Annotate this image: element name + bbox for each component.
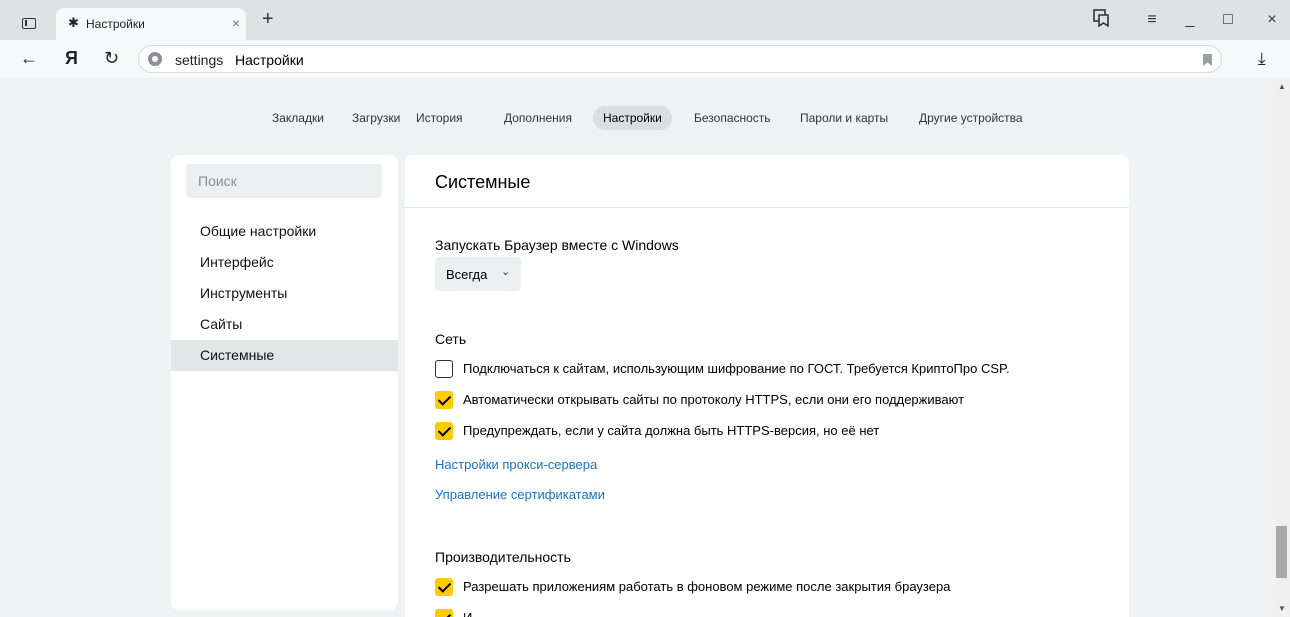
reload-button[interactable]: ↻ (104, 48, 119, 68)
scrollbar-thumb[interactable] (1276, 526, 1287, 578)
nav-bookmarks[interactable]: Закладки (262, 106, 334, 130)
gost-checkbox[interactable] (435, 360, 453, 378)
https-auto-checkbox[interactable] (435, 391, 453, 409)
url-field[interactable]: settings Настройки (138, 45, 1222, 73)
network-heading: Сеть (435, 331, 467, 347)
gear-icon: ✱ (68, 15, 79, 30)
sidebar-toggle-icon[interactable] (22, 18, 36, 29)
scroll-up-arrow-icon[interactable]: ▲ (1278, 82, 1286, 91)
settings-top-nav: Закладки Загрузки История Дополнения Нас… (0, 106, 1290, 132)
page-title: Системные (435, 172, 531, 192)
performance-heading: Производительность (435, 549, 571, 565)
scroll-down-arrow-icon[interactable]: ▼ (1278, 604, 1286, 613)
nav-extensions[interactable]: Дополнения (494, 106, 582, 130)
site-info-icon[interactable] (148, 52, 162, 66)
collections-icon[interactable] (1091, 9, 1111, 33)
https-warn-checkbox[interactable] (435, 422, 453, 440)
sidebar-item-system[interactable]: Системные (171, 340, 398, 371)
divider (405, 207, 1129, 208)
minimize-button[interactable]: _ (1180, 10, 1200, 30)
tab-strip: ✱ Настройки × + ≡ _ □ × (0, 0, 1290, 40)
page-scrollbar[interactable]: ▲ ▼ (1274, 80, 1290, 617)
address-bar-row: ← Я ↻ settings Настройки ⤓ (0, 40, 1290, 78)
sidebar-item-tools[interactable]: Инструменты (171, 278, 398, 309)
proxy-settings-link[interactable]: Настройки прокси-сервера (435, 457, 597, 472)
new-tab-button[interactable]: + (262, 9, 274, 29)
menu-icon[interactable]: ≡ (1142, 10, 1162, 30)
startup-label: Запускать Браузер вместе с Windows (435, 237, 679, 253)
url-page-title: Настройки (235, 52, 304, 68)
yandex-logo[interactable]: Я (65, 48, 78, 68)
settings-page: Закладки Загрузки История Дополнения Нас… (0, 78, 1290, 617)
tab-title: Настройки (86, 17, 145, 31)
url-host: settings (175, 52, 224, 68)
sidebar-item-sites[interactable]: Сайты (171, 309, 398, 340)
certificates-link[interactable]: Управление сертификатами (435, 487, 605, 502)
performance-option-2-checkbox[interactable] (435, 609, 453, 617)
background-apps-label: Разрешать приложениям работать в фоновом… (463, 579, 951, 594)
performance-option-2-label: И (463, 610, 472, 617)
background-apps-checkbox[interactable] (435, 578, 453, 596)
https-auto-label: Автоматически открывать сайты по протоко… (463, 392, 965, 407)
tab-settings[interactable]: ✱ Настройки × (56, 8, 246, 40)
nav-history[interactable]: История (406, 106, 473, 130)
back-button[interactable]: ← (20, 48, 38, 68)
close-window-button[interactable]: × (1262, 10, 1282, 30)
gost-label: Подключаться к сайтам, использующим шифр… (463, 361, 1010, 376)
startup-select[interactable]: Всегда ⌄ (435, 257, 521, 291)
nav-other-devices[interactable]: Другие устройства (909, 106, 1033, 130)
sidebar-item-interface[interactable]: Интерфейс (171, 247, 398, 278)
https-warn-label: Предупреждать, если у сайта должна быть … (463, 423, 880, 438)
settings-sidebar: Общие настройки Интерфейс Инструменты Са… (171, 155, 398, 610)
bookmark-icon[interactable] (1203, 54, 1212, 66)
settings-content: Системные Запускать Браузер вместе с Win… (405, 155, 1129, 617)
sidebar-item-general[interactable]: Общие настройки (171, 216, 398, 247)
nav-passwords[interactable]: Пароли и карты (790, 106, 898, 130)
startup-select-value: Всегда (446, 267, 488, 282)
search-input[interactable] (186, 164, 382, 198)
nav-settings[interactable]: Настройки (593, 106, 672, 130)
chevron-down-icon: ⌄ (501, 266, 511, 278)
download-icon[interactable]: ⤓ (1258, 49, 1266, 69)
tab-close-icon[interactable]: × (232, 15, 240, 31)
nav-security[interactable]: Безопасность (684, 106, 781, 130)
nav-downloads[interactable]: Загрузки (342, 106, 410, 130)
maximize-button[interactable]: □ (1218, 10, 1238, 30)
